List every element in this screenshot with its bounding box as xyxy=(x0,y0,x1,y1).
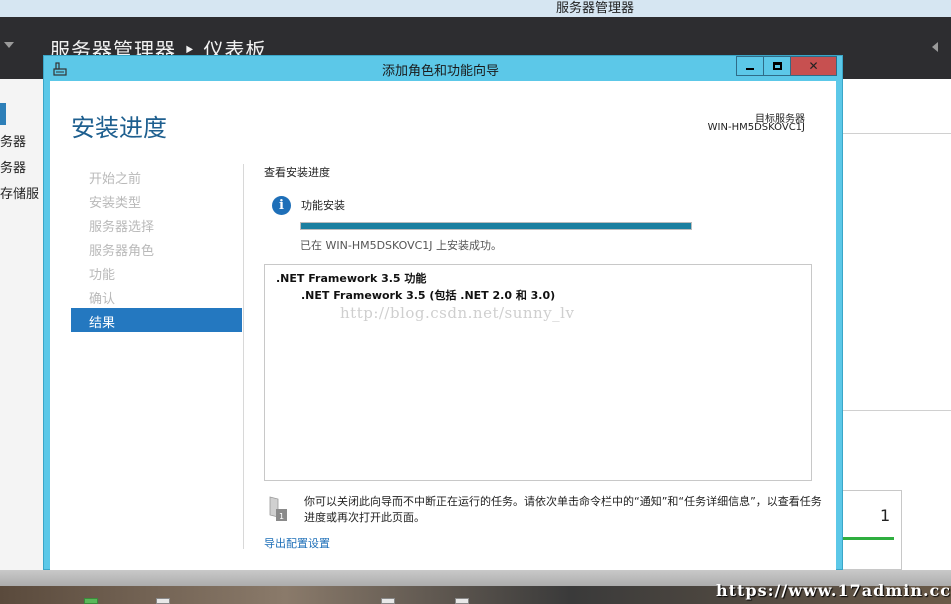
list-item: .NET Framework 3.5 (包括 .NET 2.0 和 3.0) xyxy=(301,289,556,302)
server-manager-title: 服务器管理器 xyxy=(556,1,635,16)
wizard-title-text: 添加角色和功能向导 xyxy=(381,64,499,79)
divider xyxy=(243,164,244,549)
notification-flag-icon: 1 xyxy=(269,496,287,521)
back-arrow-icon[interactable] xyxy=(4,42,14,48)
dashboard-tile[interactable] xyxy=(842,490,902,570)
sidebar-item-all-servers[interactable]: 务器 xyxy=(0,157,26,176)
minimize-button[interactable] xyxy=(736,56,764,76)
blog-watermark: http://blog.csdn.net/sunny_lv xyxy=(340,304,575,322)
progress-fill xyxy=(301,223,691,229)
maximize-icon xyxy=(772,62,782,70)
divider xyxy=(842,133,951,134)
sidebar-item-file-storage[interactable]: 存储服 xyxy=(0,183,39,202)
step-confirmation: 确认 xyxy=(89,292,116,307)
target-server-name: WIN-HM5DSKOVC1J xyxy=(707,122,805,133)
divider xyxy=(842,410,951,411)
minimize-icon xyxy=(746,68,754,70)
server-manager-sidebar xyxy=(0,79,44,570)
step-installation-type: 安装类型 xyxy=(89,196,142,211)
close-button[interactable]: ✕ xyxy=(790,56,837,76)
sidebar-item-local-server[interactable]: 务器 xyxy=(0,131,26,150)
close-wizard-note: 你可以关闭此向导而不中断正在运行的任务。请依次单击命令栏中的“通知”和“任务详细… xyxy=(304,495,822,524)
info-icon: i xyxy=(272,196,291,215)
tile-count: 1 xyxy=(880,506,891,525)
taskbar-file-icon[interactable] xyxy=(381,598,395,604)
close-icon: ✕ xyxy=(808,59,819,73)
site-watermark: https://www.17admin.cc xyxy=(716,581,951,600)
taskbar-app-icon[interactable] xyxy=(84,598,98,604)
step-results[interactable]: 结果 xyxy=(89,312,115,331)
tile-status-bar xyxy=(842,537,894,540)
list-item: .NET Framework 3.5 功能 xyxy=(276,272,427,285)
maximize-button[interactable] xyxy=(763,56,791,76)
sidebar-selection-marker xyxy=(0,103,6,125)
page-title: 安装进度 xyxy=(71,114,167,142)
step-features: 功能 xyxy=(89,268,116,283)
view-progress-label: 查看安装进度 xyxy=(264,166,330,179)
install-success-text: 已在 WIN-HM5DSKOVC1J 上安装成功。 xyxy=(300,239,503,252)
step-server-selection: 服务器选择 xyxy=(89,220,155,235)
taskbar-file-icon[interactable] xyxy=(455,598,469,604)
install-status-label: 功能安装 xyxy=(301,199,345,212)
refresh-caret-icon[interactable] xyxy=(932,42,938,52)
install-progress-bar xyxy=(300,222,692,230)
taskbar-file-icon[interactable] xyxy=(156,598,170,604)
step-before-you-begin: 开始之前 xyxy=(89,172,142,187)
step-server-roles: 服务器角色 xyxy=(89,244,155,259)
server-manager-titlebar xyxy=(0,0,951,17)
export-configuration-link[interactable]: 导出配置设置 xyxy=(264,535,330,551)
flag-badge-number: 1 xyxy=(279,512,284,521)
